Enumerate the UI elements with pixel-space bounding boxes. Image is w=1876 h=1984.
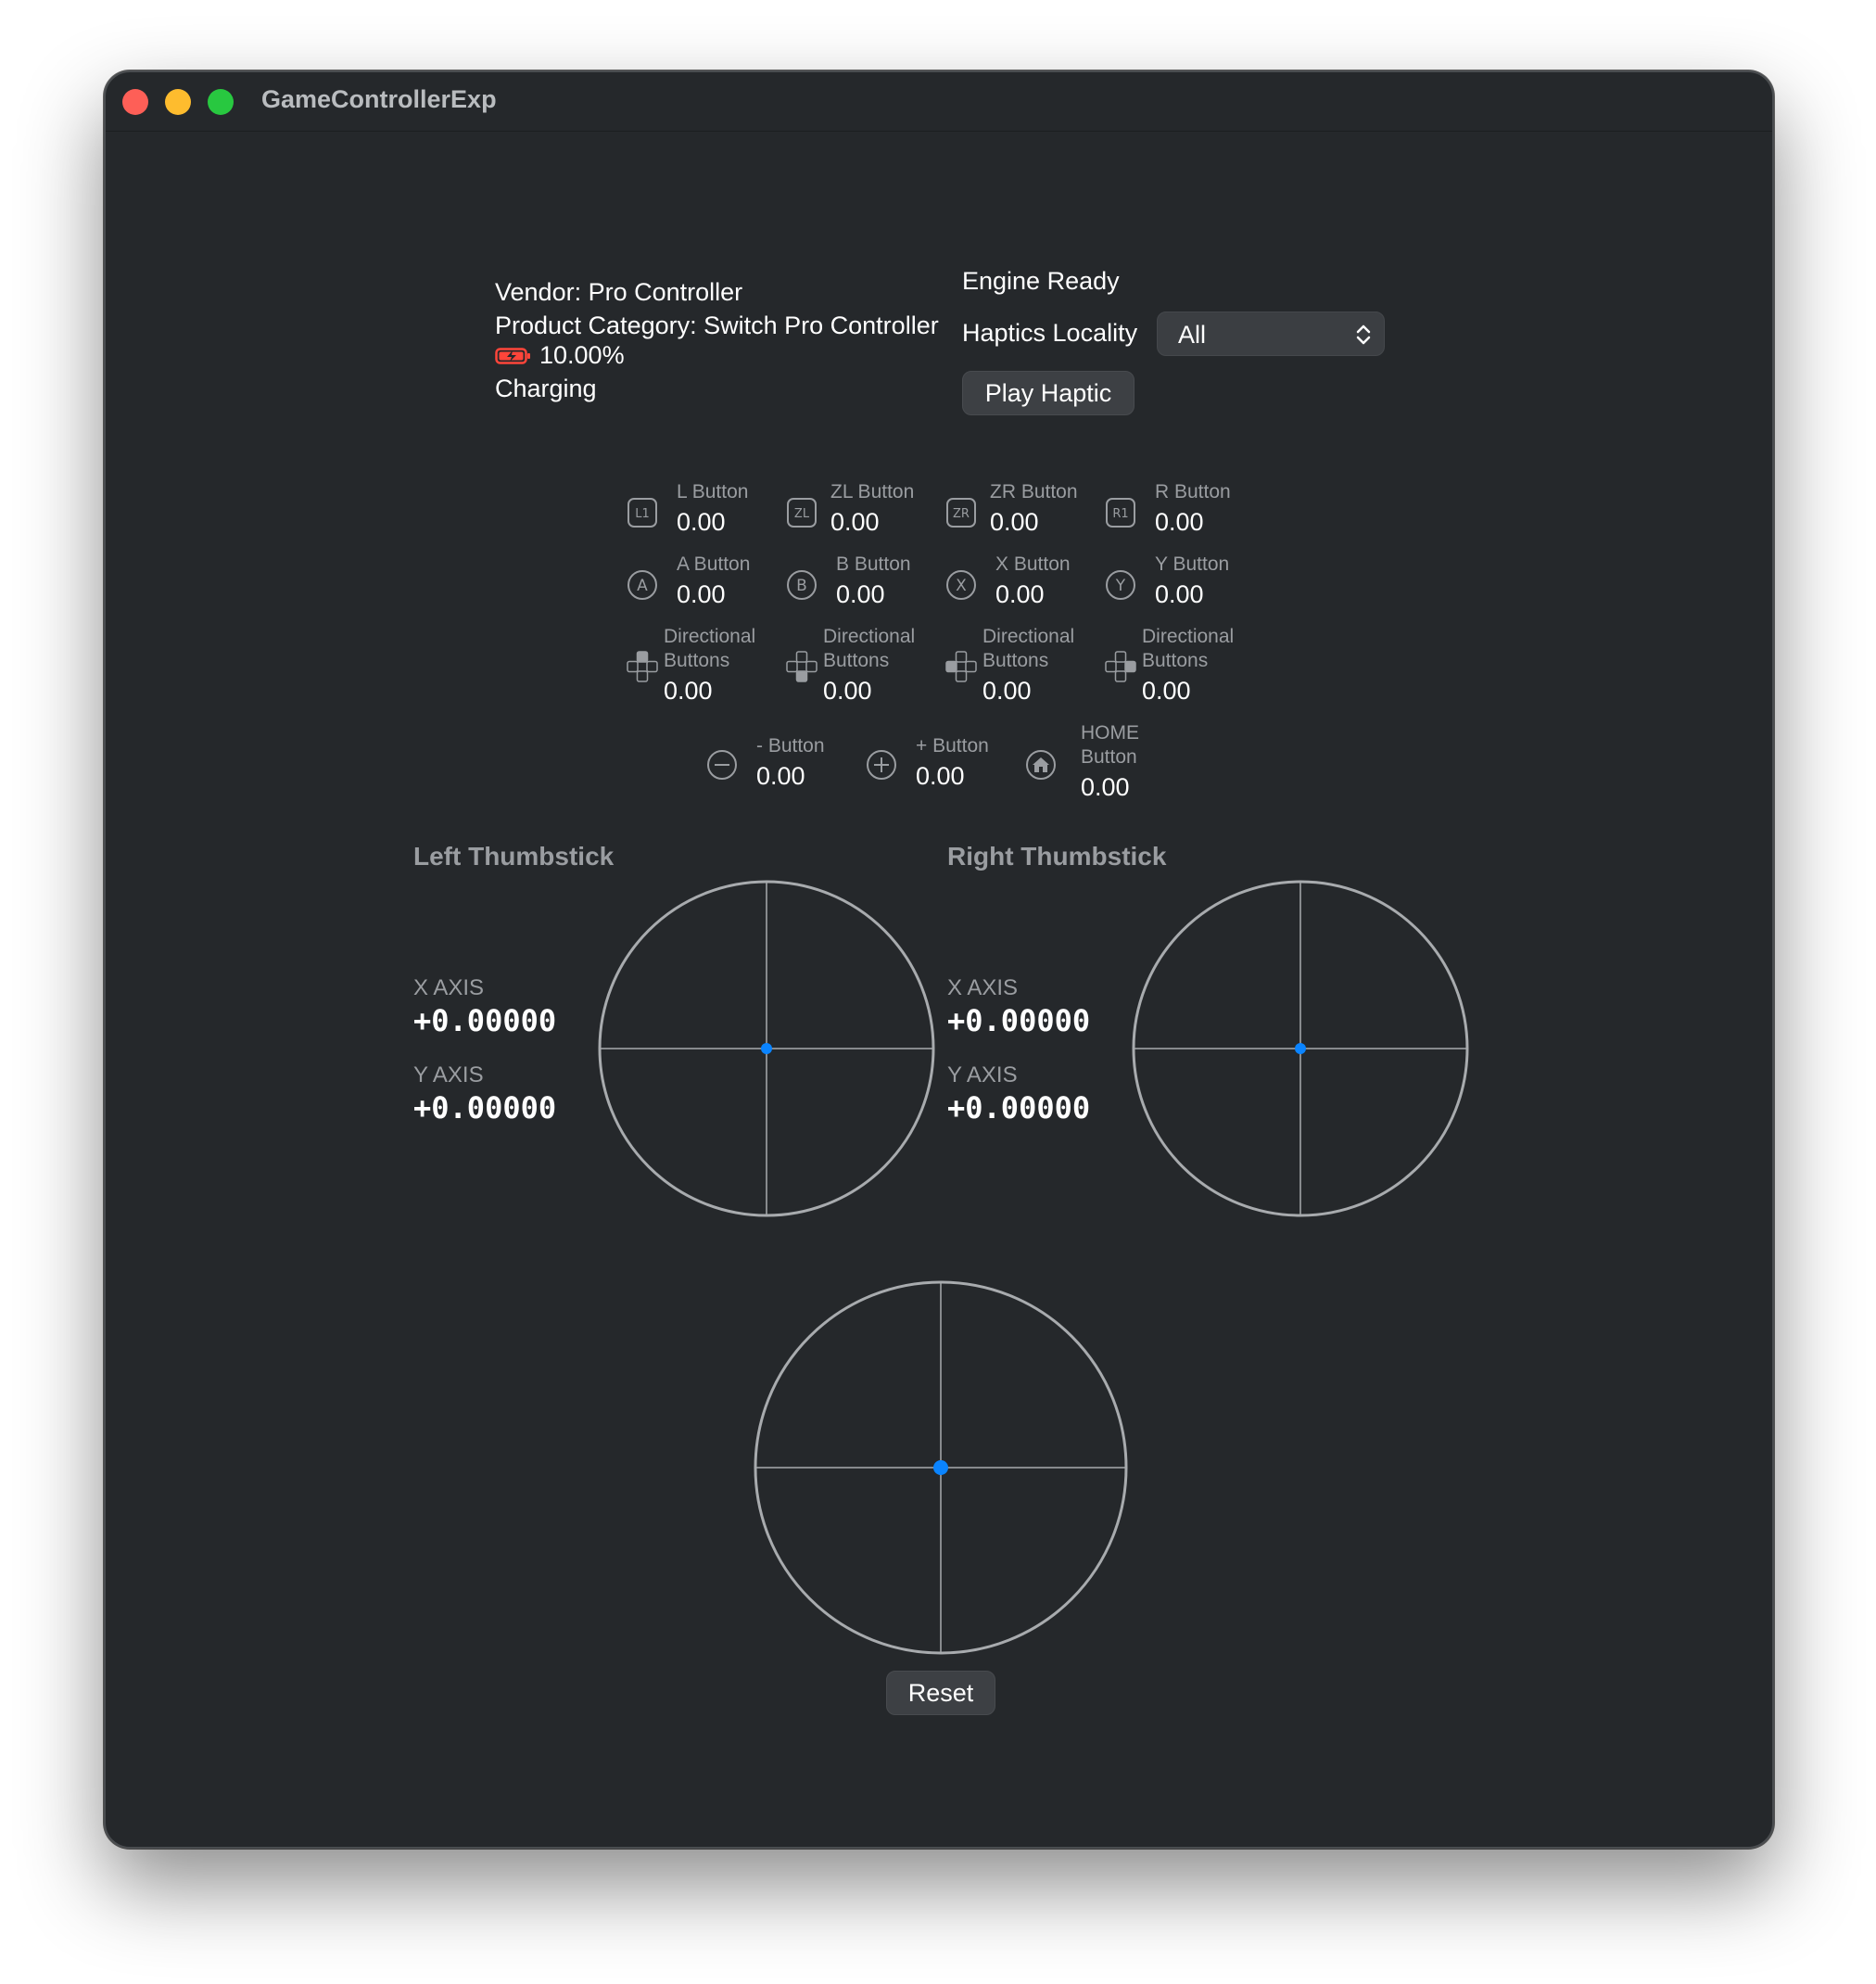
- virtual-joystick-pad[interactable]: [753, 1279, 1129, 1656]
- window-title: GameControllerExp: [261, 85, 497, 113]
- left-x-axis-value: +0.00000: [413, 1003, 557, 1038]
- right-thumbstick-pad: [1132, 880, 1469, 1217]
- product-category-label: Product Category: Switch Pro Controller: [495, 312, 939, 339]
- l1-icon: L1: [627, 498, 657, 528]
- right-thumbstick-position-dot: [1295, 1043, 1306, 1054]
- right-x-axis-value: +0.00000: [947, 1003, 1091, 1038]
- control-label: - Button: [756, 735, 825, 757]
- dpad-down-icon: [786, 651, 818, 682]
- control-value: 0.00: [990, 508, 1039, 536]
- right-y-axis-value: +0.00000: [947, 1090, 1091, 1126]
- battery-level: 10.00%: [539, 341, 625, 369]
- reset-button[interactable]: Reset: [886, 1671, 995, 1715]
- control-label: Directional Buttons: [823, 626, 916, 671]
- haptics-locality-select[interactable]: All: [1157, 312, 1385, 356]
- control-label: Y Button: [1155, 553, 1230, 575]
- chevron-up-down-icon: [1356, 324, 1371, 345]
- control-value: 0.00: [677, 508, 726, 536]
- control-value: 0.00: [982, 677, 1032, 705]
- control-value: 0.00: [1081, 773, 1130, 801]
- control-label: Directional Buttons: [1142, 626, 1235, 671]
- r1-icon: R1: [1106, 498, 1135, 528]
- left-y-axis-label: Y AXIS: [413, 1062, 484, 1087]
- control-value: 0.00: [664, 677, 713, 705]
- control-value: 0.00: [1155, 508, 1204, 536]
- control-value: 0.00: [995, 580, 1045, 608]
- close-window-button[interactable]: [122, 89, 148, 115]
- control-value: 0.00: [916, 762, 965, 790]
- left-thumbstick-pad: [598, 880, 935, 1217]
- control-label: X Button: [995, 553, 1071, 575]
- haptics-locality-label: Haptics Locality: [962, 319, 1138, 347]
- dpad-left-icon: [945, 651, 977, 682]
- zr-icon: ZR: [946, 498, 976, 528]
- control-label: R Button: [1155, 481, 1231, 502]
- charging-status: Charging: [495, 375, 597, 402]
- dpad-right-icon: [1105, 651, 1136, 682]
- control-value: 0.00: [830, 508, 880, 536]
- plus-icon: [867, 750, 896, 780]
- minimize-window-button[interactable]: [165, 89, 191, 115]
- control-value: 0.00: [836, 580, 885, 608]
- left-x-axis-label: X AXIS: [413, 975, 485, 1000]
- svg-text:L1: L1: [635, 507, 650, 521]
- vendor-label: Vendor: Pro Controller: [495, 278, 743, 306]
- dpad-up-icon: [627, 651, 658, 682]
- battery-charging-icon: [495, 347, 530, 364]
- control-label: Directional Buttons: [664, 626, 756, 671]
- right-thumbstick-title: Right Thumbstick: [947, 842, 1167, 871]
- control-label: A Button: [677, 553, 751, 575]
- x-button-icon: X: [946, 570, 976, 600]
- haptics-locality-value: All: [1178, 321, 1207, 349]
- right-x-axis-label: X AXIS: [947, 975, 1019, 1000]
- left-thumbstick-title: Left Thumbstick: [413, 842, 615, 871]
- control-label: B Button: [836, 553, 911, 575]
- control-label: ZL Button: [830, 481, 915, 502]
- right-y-axis-label: Y AXIS: [947, 1062, 1018, 1087]
- svg-text:R1: R1: [1112, 507, 1128, 521]
- zl-icon: ZL: [787, 498, 817, 528]
- svg-text:X: X: [956, 577, 967, 595]
- left-thumbstick-position-dot: [761, 1043, 772, 1054]
- b-button-icon: B: [787, 570, 817, 600]
- title-bar[interactable]: GameControllerExp: [106, 72, 1772, 132]
- play-haptic-button[interactable]: Play Haptic: [962, 371, 1134, 415]
- home-icon: [1026, 750, 1056, 780]
- svg-text:ZL: ZL: [794, 507, 810, 521]
- control-label: Directional Buttons: [982, 626, 1075, 671]
- control-label: L Button: [677, 481, 749, 502]
- minus-icon: [707, 750, 737, 780]
- control-value: 0.00: [756, 762, 805, 790]
- app-window: GameControllerExp Vendor: Pro Controller…: [104, 70, 1774, 1849]
- y-button-icon: Y: [1106, 570, 1135, 600]
- control-value: 0.00: [823, 677, 872, 705]
- svg-text:A: A: [637, 577, 648, 595]
- control-value: 0.00: [1142, 677, 1191, 705]
- control-label: ZR Button: [990, 481, 1078, 502]
- battery-row: 10.00%: [495, 341, 625, 370]
- virtual-joystick-handle: [933, 1460, 948, 1475]
- zoom-window-button[interactable]: [208, 89, 234, 115]
- a-button-icon: A: [627, 570, 657, 600]
- left-y-axis-value: +0.00000: [413, 1090, 557, 1126]
- control-label: + Button: [916, 735, 989, 757]
- control-value: 0.00: [677, 580, 726, 608]
- svg-text:Y: Y: [1115, 577, 1126, 595]
- haptics-engine-status: Engine Ready: [962, 267, 1120, 295]
- control-label: HOME Button: [1081, 722, 1139, 768]
- svg-text:ZR: ZR: [953, 507, 970, 521]
- control-value: 0.00: [1155, 580, 1204, 608]
- svg-text:B: B: [796, 577, 807, 595]
